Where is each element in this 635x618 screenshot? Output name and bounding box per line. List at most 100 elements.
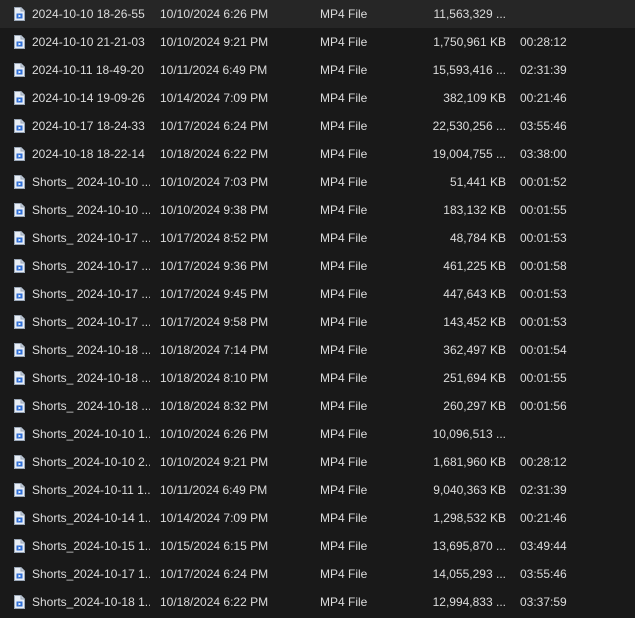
file-name[interactable]: 2024-10-14 19-09-26 [32, 84, 150, 112]
file-date-modified: 10/18/2024 8:10 PM [160, 371, 269, 385]
video-file-icon [14, 91, 25, 105]
file-date-modified: 10/17/2024 9:58 PM [160, 315, 269, 329]
video-file-icon [14, 259, 25, 273]
file-name[interactable]: Shorts_ 2024-10-10 ... [32, 196, 150, 224]
file-length: 00:21:46 [520, 511, 567, 525]
file-list: 2024-10-10 18-26-55 10/10/2024 6:26 PM MP4… [0, 0, 635, 618]
file-row[interactable]: Shorts_ 2024-10-17 ... 10/17/2024 9:36 PM… [0, 252, 635, 280]
file-length [520, 0, 590, 28]
file-date-modified: 10/17/2024 8:52 PM [160, 231, 269, 245]
file-name[interactable]: 2024-10-18 18-22-14 [32, 140, 150, 168]
file-icon-cell [14, 392, 28, 420]
file-size: 461,225 KB [443, 259, 506, 273]
file-icon-cell [14, 476, 28, 504]
file-row[interactable]: 2024-10-10 18-26-55 10/10/2024 6:26 PM MP4… [0, 0, 635, 28]
file-length: 00:01:54 [520, 343, 567, 357]
video-file-icon [14, 147, 25, 161]
file-name[interactable]: Shorts_ 2024-10-18 ... [32, 364, 150, 392]
file-size: 1,298,532 KB [433, 511, 506, 525]
video-file-icon [14, 203, 25, 217]
file-row[interactable]: Shorts_2024-10-10 2... 10/10/2024 9:21 PM… [0, 448, 635, 476]
file-row[interactable]: Shorts_2024-10-15 1... 10/15/2024 6:15 PM… [0, 532, 635, 560]
video-file-icon [14, 511, 25, 525]
file-row[interactable]: Shorts_ 2024-10-18 ... 10/18/2024 7:14 PM… [0, 336, 635, 364]
file-size: 12,994,833 ... [432, 595, 506, 609]
file-name[interactable]: 2024-10-10 18-26-55 [32, 0, 150, 28]
file-length: 00:28:12 [520, 35, 567, 49]
file-row[interactable]: Shorts_ 2024-10-18 ... 10/18/2024 8:32 PM… [0, 392, 635, 420]
file-row[interactable]: Shorts_ 2024-10-17 ... 10/17/2024 8:52 PM… [0, 224, 635, 252]
file-row[interactable]: 2024-10-14 19-09-26 10/14/2024 7:09 PM MP4… [0, 84, 635, 112]
file-name[interactable]: 2024-10-11 18-49-20 [32, 56, 150, 84]
file-date-modified: 10/11/2024 6:49 PM [160, 483, 268, 497]
file-icon-cell [14, 28, 28, 56]
file-date-modified: 10/10/2024 9:38 PM [160, 203, 269, 217]
video-file-icon [14, 7, 25, 21]
file-name[interactable]: Shorts_2024-10-10 1... [32, 420, 150, 448]
file-row[interactable]: 2024-10-11 18-49-20 10/11/2024 6:49 PM MP4… [0, 56, 635, 84]
file-name[interactable]: Shorts_2024-10-15 1... [32, 532, 150, 560]
file-size: 9,040,363 KB [433, 483, 506, 497]
file-name[interactable]: Shorts_ 2024-10-18 ... [32, 336, 150, 364]
file-date-modified: 10/15/2024 6:15 PM [160, 539, 269, 553]
file-date-modified: 10/10/2024 7:03 PM [160, 175, 269, 189]
file-size: 15,593,416 ... [432, 63, 506, 77]
file-row[interactable]: Shorts_ 2024-10-10 ... 10/10/2024 9:38 PM… [0, 196, 635, 224]
file-size: 251,694 KB [443, 371, 506, 385]
file-row[interactable]: Shorts_2024-10-18 1... 10/18/2024 6:22 PM… [0, 588, 635, 616]
file-date-modified: 10/10/2024 6:26 PM [160, 7, 269, 21]
file-row[interactable]: Shorts_ 2024-10-17 ... 10/17/2024 9:58 PM… [0, 308, 635, 336]
file-length: 00:01:53 [520, 287, 567, 301]
file-row[interactable]: Shorts_2024-10-10 1... 10/10/2024 6:26 PM… [0, 420, 635, 448]
video-file-icon [14, 455, 25, 469]
file-icon-cell [14, 448, 28, 476]
file-row[interactable]: 2024-10-10 21-21-03 10/10/2024 9:21 PM MP4… [0, 28, 635, 56]
file-size: 143,452 KB [443, 315, 506, 329]
file-row[interactable]: Shorts_2024-10-14 1... 10/14/2024 7:09 PM… [0, 504, 635, 532]
file-date-modified: 10/17/2024 6:24 PM [160, 567, 269, 581]
file-date-modified: 10/14/2024 7:09 PM [160, 91, 269, 105]
file-row[interactable]: 2024-10-17 18-24-33 10/17/2024 6:24 PM MP4… [0, 112, 635, 140]
file-name[interactable]: Shorts_ 2024-10-17 ... [32, 252, 150, 280]
file-icon-cell [14, 504, 28, 532]
file-length [520, 420, 590, 448]
file-name[interactable]: Shorts_2024-10-10 2... [32, 448, 150, 476]
file-length: 00:01:56 [520, 399, 567, 413]
file-row[interactable]: Shorts_ 2024-10-18 ... 10/18/2024 8:10 PM… [0, 364, 635, 392]
video-file-icon [14, 371, 25, 385]
file-icon-cell [14, 140, 28, 168]
file-size: 10,096,513 ... [432, 427, 506, 441]
file-row[interactable]: Shorts_ 2024-10-17 ... 10/17/2024 9:45 PM… [0, 280, 635, 308]
file-name[interactable]: Shorts_2024-10-18 1... [32, 588, 150, 616]
file-icon-cell [14, 56, 28, 84]
video-file-icon [14, 539, 25, 553]
video-file-icon [14, 595, 25, 609]
file-row[interactable]: Shorts_2024-10-17 1... 10/17/2024 6:24 PM… [0, 560, 635, 588]
file-date-modified: 10/18/2024 6:22 PM [160, 147, 269, 161]
file-name[interactable]: Shorts_2024-10-17 1... [32, 560, 150, 588]
file-size: 22,530,256 ... [432, 119, 506, 133]
file-date-modified: 10/18/2024 7:14 PM [160, 343, 269, 357]
video-file-icon [14, 231, 25, 245]
file-name[interactable]: Shorts_ 2024-10-10 ... [32, 168, 150, 196]
file-size: 48,784 KB [449, 231, 506, 245]
file-length: 03:55:46 [520, 567, 567, 581]
file-length: 03:37:59 [520, 595, 567, 609]
file-name[interactable]: Shorts_ 2024-10-17 ... [32, 224, 150, 252]
file-name[interactable]: Shorts_2024-10-14 1... [32, 504, 150, 532]
file-name[interactable]: Shorts_ 2024-10-17 ... [32, 308, 150, 336]
file-length: 02:31:39 [520, 63, 567, 77]
file-row[interactable]: Shorts_2024-10-11 1... 10/11/2024 6:49 PM… [0, 476, 635, 504]
file-row[interactable]: 2024-10-18 18-22-14 10/18/2024 6:22 PM MP4… [0, 140, 635, 168]
file-icon-cell [14, 196, 28, 224]
video-file-icon [14, 315, 25, 329]
file-name[interactable]: 2024-10-10 21-21-03 [32, 28, 150, 56]
file-name[interactable]: Shorts_ 2024-10-18 ... [32, 392, 150, 420]
file-name[interactable]: Shorts_2024-10-11 1... [32, 476, 150, 504]
file-length: 03:55:46 [520, 119, 567, 133]
file-icon-cell [14, 588, 28, 616]
file-row[interactable]: Shorts_ 2024-10-10 ... 10/10/2024 7:03 PM… [0, 168, 635, 196]
file-icon-cell [14, 224, 28, 252]
file-name[interactable]: Shorts_ 2024-10-17 ... [32, 280, 150, 308]
file-name[interactable]: 2024-10-17 18-24-33 [32, 112, 150, 140]
